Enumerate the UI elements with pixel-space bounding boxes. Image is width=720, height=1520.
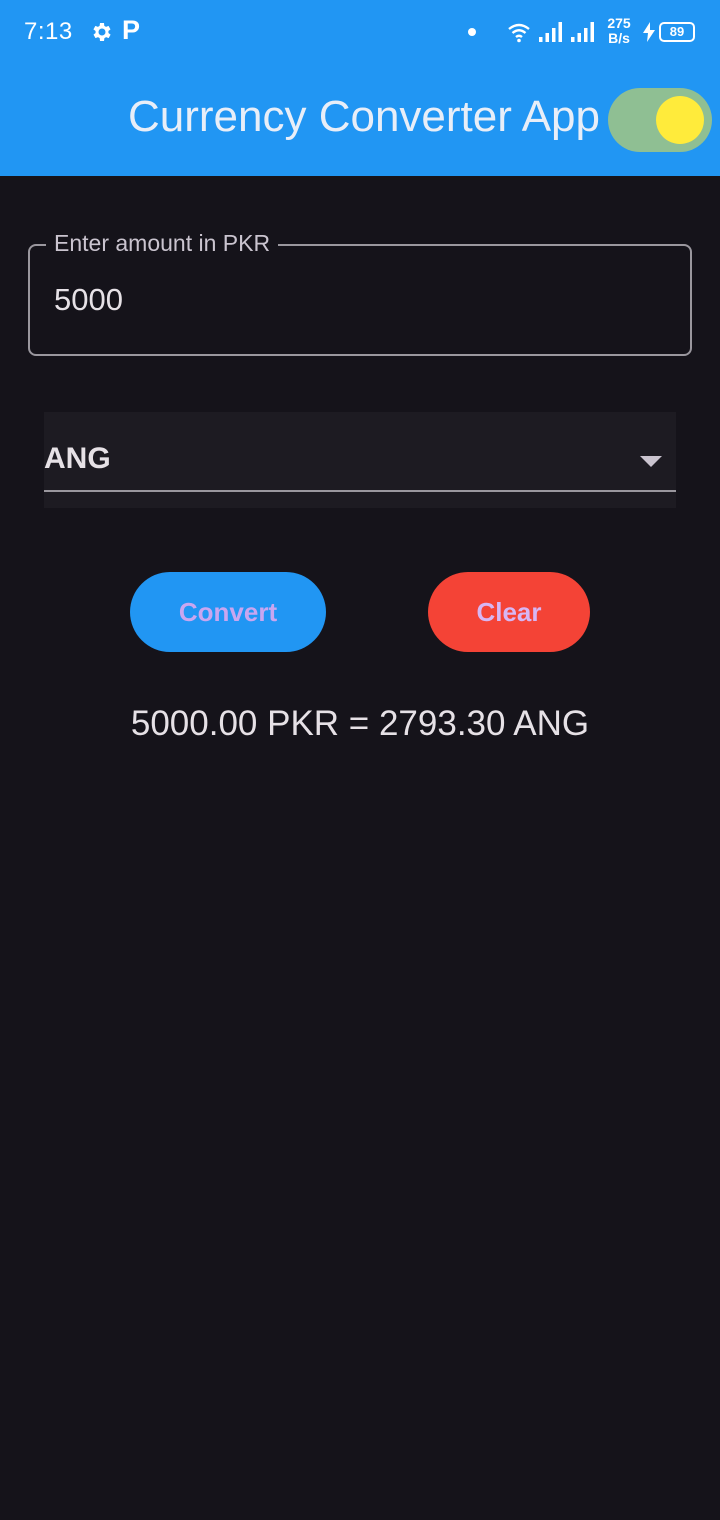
clear-button[interactable]: Clear (428, 572, 590, 652)
amount-input[interactable]: 5000 (54, 282, 123, 318)
network-speed-value: 275 (607, 15, 631, 31)
network-speed: 275 B/s (604, 16, 634, 46)
app-bar: 7:13 P 275 B/s 89 Currency Converter App (0, 0, 720, 176)
network-speed-unit: B/s (608, 30, 630, 46)
toggle-knob (656, 96, 704, 144)
dropdown-underline (44, 490, 676, 492)
currency-dropdown[interactable]: ANG (44, 412, 676, 508)
signal-icon (571, 22, 594, 42)
app-title: Currency Converter App (128, 92, 600, 141)
currency-selected: ANG (44, 442, 111, 475)
status-bar: 7:13 P 275 B/s 89 (0, 0, 720, 64)
amount-field-label: Enter amount in PKR (46, 230, 279, 257)
amount-field[interactable]: Enter amount in PKR 5000 (28, 230, 692, 356)
status-time: 7:13 (24, 18, 73, 45)
gear-icon (93, 23, 111, 41)
battery-level: 89 (669, 24, 685, 39)
p-app-icon: P (122, 15, 141, 45)
bolt-icon (643, 22, 655, 42)
conversion-result: 5000.00 PKR = 2793.30 ANG (130, 704, 590, 743)
signal-icon (539, 22, 562, 42)
theme-toggle[interactable] (608, 88, 712, 152)
dropdown-arrow-icon[interactable] (640, 456, 662, 467)
dot-icon (468, 28, 476, 36)
battery-icon: 89 (659, 22, 695, 42)
wifi-icon (508, 23, 530, 43)
convert-button[interactable]: Convert (130, 572, 326, 652)
